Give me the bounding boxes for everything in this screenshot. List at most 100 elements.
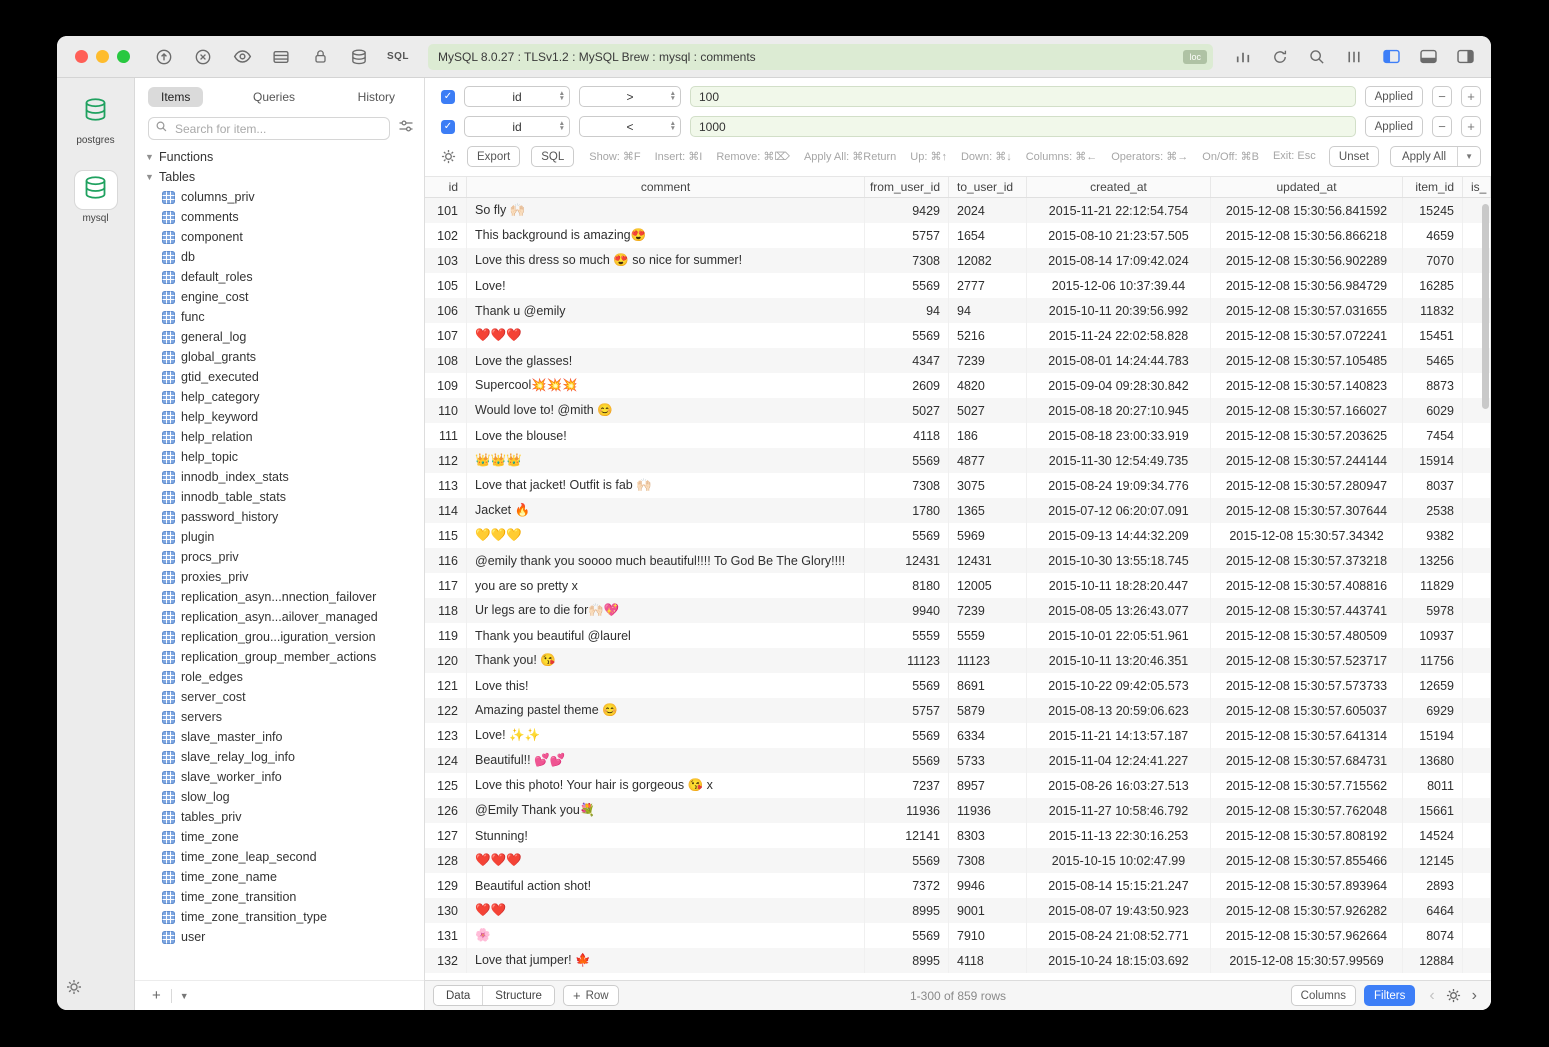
- connect-icon[interactable]: [154, 47, 174, 67]
- connection-title-pill[interactable]: MySQL 8.0.27 : TLSv1.2 : MySQL Brew : my…: [428, 44, 1213, 70]
- table-row[interactable]: 129Beautiful action shot!737299462015-08…: [425, 873, 1491, 898]
- next-page-icon[interactable]: ›: [1472, 988, 1477, 1004]
- export-button[interactable]: Export: [467, 146, 520, 167]
- table-row[interactable]: 121Love this!556986912015-10-22 09:42:05…: [425, 673, 1491, 698]
- sidebar-table-item[interactable]: help_relation: [135, 427, 424, 447]
- sidebar-table-item[interactable]: innodb_table_stats: [135, 487, 424, 507]
- sidebar-table-item[interactable]: time_zone: [135, 827, 424, 847]
- table-row[interactable]: 110Would love to! @mith 😊502750272015-08…: [425, 398, 1491, 423]
- table-row[interactable]: 109Supercool💥💥💥260948202015-09-04 09:28:…: [425, 373, 1491, 398]
- previous-page-icon[interactable]: ‹: [1429, 988, 1434, 1004]
- sidebar-table-item[interactable]: db: [135, 247, 424, 267]
- sidebar-table-item[interactable]: servers: [135, 707, 424, 727]
- table-row[interactable]: 115💛💛💛556959692015-09-13 14:44:32.209201…: [425, 523, 1491, 548]
- filter-value-input[interactable]: [690, 116, 1356, 137]
- unset-button[interactable]: Unset: [1329, 146, 1379, 167]
- add-item-button[interactable]: +: [145, 987, 168, 1004]
- sql-button[interactable]: SQL: [531, 146, 574, 167]
- table-row[interactable]: 132Love that jumper! 🍁899541182015-10-24…: [425, 948, 1491, 973]
- filter-operator-select[interactable]: <▲▼: [579, 116, 681, 137]
- zoom-window-button[interactable]: [117, 50, 130, 63]
- table-row[interactable]: 105Love!556927772015-12-06 10:37:39.4420…: [425, 273, 1491, 298]
- minimize-window-button[interactable]: [96, 50, 109, 63]
- sidebar-table-item[interactable]: plugin: [135, 527, 424, 547]
- sidebar-table-item[interactable]: replication_group_member_actions: [135, 647, 424, 667]
- table-row[interactable]: 127Stunning!1214183032015-11-13 22:30:16…: [425, 823, 1491, 848]
- table-row[interactable]: 123Love! ✨✨556963342015-11-21 14:13:57.1…: [425, 723, 1491, 748]
- column-header-item-id[interactable]: item_id: [1403, 177, 1463, 197]
- connection-mysql[interactable]: mysql: [74, 170, 118, 224]
- settings-gear-icon[interactable]: [66, 979, 82, 1000]
- sidebar-table-item[interactable]: replication_grou...iguration_version: [135, 627, 424, 647]
- table-row[interactable]: 107❤️❤️❤️556952162015-11-24 22:02:58.828…: [425, 323, 1491, 348]
- sql-mode-icon[interactable]: SQL: [388, 47, 408, 67]
- table-row[interactable]: 119Thank you beautiful @laurel5559555920…: [425, 623, 1491, 648]
- table-row[interactable]: 117you are so pretty x8180120052015-10-1…: [425, 573, 1491, 598]
- table-view-icon[interactable]: [271, 47, 291, 67]
- sidebar-table-item[interactable]: replication_asyn...nnection_failover: [135, 587, 424, 607]
- add-filter-button[interactable]: +: [1461, 116, 1481, 137]
- filter-value-input[interactable]: [690, 86, 1356, 107]
- sidebar-table-item[interactable]: default_roles: [135, 267, 424, 287]
- sidebar-table-item[interactable]: comments: [135, 207, 424, 227]
- filter-sliders-icon[interactable]: [398, 118, 414, 139]
- add-row-button[interactable]: +Row: [563, 985, 619, 1006]
- eye-icon[interactable]: [232, 47, 252, 67]
- sidebar-table-item[interactable]: help_category: [135, 387, 424, 407]
- tree-section-tables[interactable]: ▼Tables: [135, 167, 424, 187]
- sidebar-table-item[interactable]: time_zone_transition: [135, 887, 424, 907]
- table-row[interactable]: 101So fly 🙌🏻942920242015-11-21 22:12:54.…: [425, 198, 1491, 223]
- sidebar-table-item[interactable]: slow_log: [135, 787, 424, 807]
- search-box[interactable]: [148, 117, 390, 140]
- filter-column-select[interactable]: id▲▼: [464, 116, 570, 137]
- sidebar-table-item[interactable]: time_zone_name: [135, 867, 424, 887]
- search-input[interactable]: [173, 121, 383, 137]
- sidebar-table-item[interactable]: replication_asyn...ailover_managed: [135, 607, 424, 627]
- refresh-icon[interactable]: [1270, 47, 1290, 67]
- tree-section-functions[interactable]: ▼Functions: [135, 147, 424, 167]
- filter-applied-button[interactable]: Applied: [1365, 116, 1423, 137]
- table-row[interactable]: 108Love the glasses!434772392015-08-01 1…: [425, 348, 1491, 373]
- apply-all-button[interactable]: Apply All▼: [1390, 146, 1481, 167]
- table-row[interactable]: 103Love this dress so much 😍 so nice for…: [425, 248, 1491, 273]
- remove-filter-button[interactable]: −: [1432, 86, 1452, 107]
- sidebar-table-item[interactable]: procs_priv: [135, 547, 424, 567]
- column-header-from-user-id[interactable]: from_user_id: [865, 177, 949, 197]
- sidebar-table-item[interactable]: help_keyword: [135, 407, 424, 427]
- columns-toggle-icon[interactable]: [1344, 47, 1364, 67]
- tab-queries[interactable]: Queries: [240, 87, 308, 107]
- chevron-down-icon[interactable]: ▼: [175, 991, 194, 1001]
- columns-button[interactable]: Columns: [1291, 985, 1356, 1006]
- sidebar-table-item[interactable]: role_edges: [135, 667, 424, 687]
- data-tab-button[interactable]: Data: [434, 986, 482, 1005]
- right-panel-icon[interactable]: [1455, 47, 1475, 67]
- table-row[interactable]: 124Beautiful!! 💕💕556957332015-11-04 12:2…: [425, 748, 1491, 773]
- sidebar-table-item[interactable]: func: [135, 307, 424, 327]
- table-row[interactable]: 130❤️❤️899590012015-08-07 19:43:50.92320…: [425, 898, 1491, 923]
- chart-icon[interactable]: [1233, 47, 1253, 67]
- filter-column-select[interactable]: id▲▼: [464, 86, 570, 107]
- left-panel-icon[interactable]: [1381, 47, 1401, 67]
- filter-applied-button[interactable]: Applied: [1365, 86, 1423, 107]
- filters-button[interactable]: Filters: [1364, 985, 1415, 1006]
- sidebar-table-item[interactable]: global_grants: [135, 347, 424, 367]
- disclosure-triangle-icon[interactable]: ▼: [145, 152, 154, 162]
- sidebar-table-item[interactable]: time_zone_transition_type: [135, 907, 424, 927]
- sidebar-table-item[interactable]: slave_worker_info: [135, 767, 424, 787]
- column-header-is-[interactable]: is_: [1463, 177, 1491, 197]
- vertical-scrollbar[interactable]: [1482, 204, 1489, 409]
- tab-items[interactable]: Items: [148, 87, 203, 107]
- sidebar-table-item[interactable]: engine_cost: [135, 287, 424, 307]
- structure-tab-button[interactable]: Structure: [482, 986, 554, 1005]
- sidebar-table-item[interactable]: server_cost: [135, 687, 424, 707]
- table-row[interactable]: 111Love the blouse!41181862015-08-18 23:…: [425, 423, 1491, 448]
- filter-operator-select[interactable]: >▲▼: [579, 86, 681, 107]
- connection-postgres[interactable]: postgres: [74, 92, 118, 146]
- sidebar-table-item[interactable]: time_zone_leap_second: [135, 847, 424, 867]
- remove-filter-button[interactable]: −: [1432, 116, 1452, 137]
- filter-gear-icon[interactable]: [441, 149, 456, 164]
- column-header-to-user-id[interactable]: to_user_id: [949, 177, 1027, 197]
- sidebar-table-item[interactable]: user: [135, 927, 424, 947]
- table-row[interactable]: 116@emily thank you soooo much beautiful…: [425, 548, 1491, 573]
- sidebar-table-item[interactable]: component: [135, 227, 424, 247]
